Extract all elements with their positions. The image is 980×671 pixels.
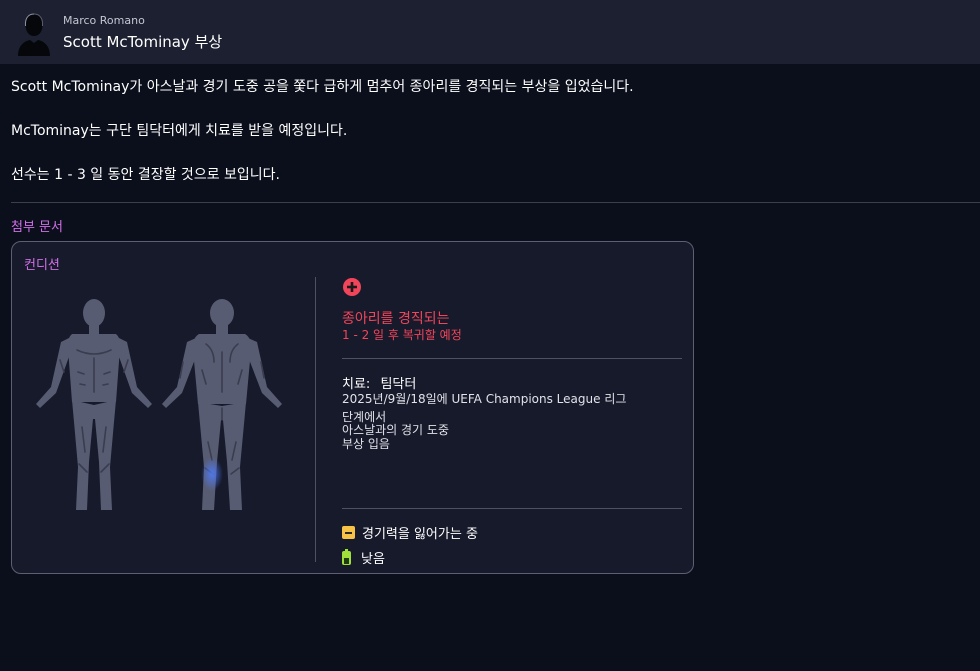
fitness-status: 낮음 bbox=[342, 548, 385, 567]
injury-detail-line: 아스날과의 경기 도중 bbox=[342, 423, 449, 437]
injury-detail-line: 부상 입음 bbox=[342, 436, 390, 451]
condition-card[interactable]: 컨디션 종아리를 경직되는 1 - 2 일 후 복귀할 예정 치료: 팀닥터 2… bbox=[11, 241, 694, 574]
card-divider bbox=[342, 358, 682, 359]
message-paragraph: Scott McTominay가 아스날과 경기 도중 공을 쫓다 급하게 멈추… bbox=[11, 79, 634, 95]
form-status-label: 경기력을 잃어가는 중 bbox=[362, 527, 478, 542]
sender-name: Marco Romano bbox=[63, 14, 145, 27]
fitness-status-label: 낮음 bbox=[361, 552, 385, 567]
message-subject: Scott McTominay 부상 bbox=[63, 33, 223, 51]
treatment-label: 치료: bbox=[342, 377, 371, 392]
card-vertical-divider bbox=[315, 277, 316, 562]
injury-detail-line: 2025년/9월/18일에 UEFA Champions League 리그 bbox=[342, 392, 627, 406]
body-front-figure bbox=[36, 299, 152, 510]
content-divider bbox=[11, 202, 980, 203]
treatment-value: 팀닥터 bbox=[380, 377, 417, 392]
body-diagram bbox=[36, 299, 282, 510]
form-status: 경기력을 잃어가는 중 bbox=[342, 523, 478, 542]
card-title: 컨디션 bbox=[24, 258, 60, 273]
injury-detail-line: 단계에서 bbox=[342, 409, 387, 424]
injury-return-estimate: 1 - 2 일 후 복귀할 예정 bbox=[342, 328, 462, 342]
treatment-info: 치료: 팀닥터 bbox=[342, 373, 416, 392]
injury-detail: 2025년/9월/18일에 UEFA Champions League 리그 단… bbox=[342, 392, 672, 451]
attachments-title[interactable]: 첨부 문서 bbox=[11, 216, 63, 235]
injury-plus-icon bbox=[343, 278, 361, 296]
injury-highlight bbox=[201, 457, 223, 491]
injury-name: 종아리를 경직되는 bbox=[342, 311, 450, 327]
card-divider bbox=[342, 508, 682, 509]
message-paragraph: McTominay는 구단 팀닥터에게 치료를 받을 예정입니다. bbox=[11, 123, 348, 139]
battery-low-icon bbox=[342, 548, 351, 565]
player-avatar-icon bbox=[15, 10, 53, 56]
form-declining-icon bbox=[342, 526, 355, 539]
message-paragraph: 선수는 1 - 3 일 동안 결장할 것으로 보입니다. bbox=[11, 167, 280, 183]
message-header: Marco Romano Scott McTominay 부상 bbox=[0, 0, 980, 64]
